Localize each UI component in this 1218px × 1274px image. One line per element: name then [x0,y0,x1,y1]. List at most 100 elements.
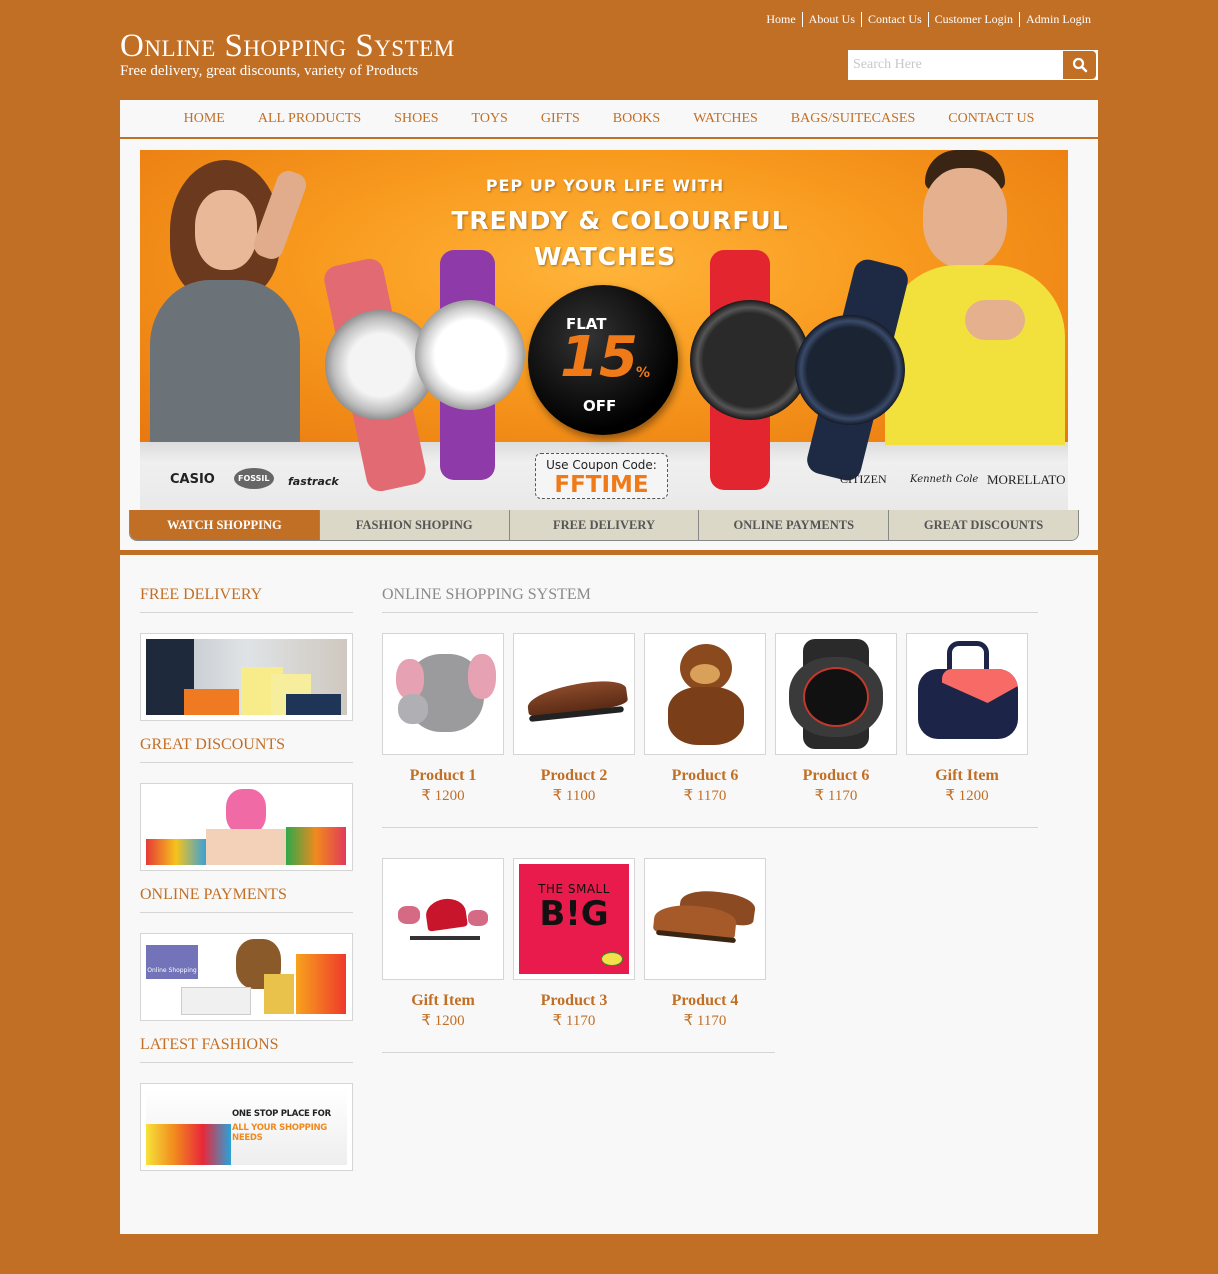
search-button[interactable] [1063,51,1096,79]
main-nav: HOME ALL PRODUCTS SHOES TOYS GIFTS BOOKS… [120,100,1098,139]
product-row: Product 1 ₹ 1200 Product 2 ₹ 1100 Produc… [382,633,1038,828]
product-price: ₹ 1200 [421,788,465,804]
product-price: ₹ 1170 [683,1013,727,1029]
sidebar-block-online-payments: ONLINE PAYMENTS Online Shopping [140,885,353,1021]
banner-woman-image [140,150,310,442]
product-image-elephant-plush-toy[interactable] [382,633,504,755]
product-price: ₹ 1200 [945,788,989,804]
product-image-brown-formal-shoe[interactable] [513,633,635,755]
sticker-percent-sign: % [636,365,651,381]
sidebar-image-online-payments[interactable]: Online Shopping [140,933,353,1021]
brand-fossil-logo: FOSSIL [234,468,274,489]
online-shopping-badge: Online Shopping [146,945,198,979]
tab-online-payments[interactable]: ONLINE PAYMENTS [698,510,889,540]
sidebar-image-free-delivery[interactable] [140,633,353,721]
nav-gifts[interactable]: GIFTS [524,100,596,137]
sticker-percent-value: 15 [560,325,638,390]
top-link-admin-login[interactable]: Admin Login [1019,12,1097,27]
coupon-label: Use Coupon Code: [546,458,657,472]
banner-fastrack-watch [415,300,525,410]
sidebar-title: ONLINE PAYMENTS [140,885,353,913]
banner-text-one-stop: ONE STOP PLACE FOR [232,1109,331,1119]
product-name[interactable]: Product 3 [513,991,635,1011]
product-price: ₹ 1170 [683,788,727,804]
product-name[interactable]: Product 1 [382,766,504,786]
banner-titan-watch [690,300,810,420]
product-name[interactable]: Gift Item [382,991,504,1011]
product-name[interactable]: Product 4 [644,991,766,1011]
product-image-puma-duffel-bag[interactable] [906,633,1028,755]
product-name[interactable]: Product 6 [775,766,897,786]
top-links: Home About Us Contact Us Customer Login … [760,12,1097,27]
discount-sticker: FLAT 15 % OFF [528,285,678,435]
brand-fastrack-logo: fastrack [288,475,339,488]
sidebar-block-latest-fashions: LATEST FASHIONS ONE STOP PLACE FOR ALL Y… [140,1035,353,1171]
sidebar: FREE DELIVERY GREAT DISCOUNTS ONLINE PAY… [140,585,353,1185]
nav-watches[interactable]: WATCHES [677,100,775,137]
products-section-title: ONLINE SHOPPING SYSTEM [382,585,1038,613]
sidebar-block-free-delivery: FREE DELIVERY [140,585,353,721]
book-title-line2: B!G [539,894,609,934]
sidebar-title: LATEST FASHIONS [140,1035,353,1063]
top-link-contact-us[interactable]: Contact Us [861,12,928,27]
tab-free-delivery[interactable]: FREE DELIVERY [508,510,699,540]
product-image-heart-gift-set[interactable] [382,858,504,980]
nav-toys[interactable]: TOYS [455,100,524,137]
sidebar-title: FREE DELIVERY [140,585,353,613]
product-price: ₹ 1170 [814,788,858,804]
coupon-box: Use Coupon Code: FFTIME [535,453,668,499]
product-row: Gift Item ₹ 1200 THE SMALL B!G Product 3… [382,858,775,1053]
nav-all-products[interactable]: ALL PRODUCTS [241,100,377,137]
product-card[interactable]: Product 6 ₹ 1170 [775,633,897,806]
brand-kenneth-cole-logo: Kenneth Cole [910,474,979,485]
top-link-customer-login[interactable]: Customer Login [927,12,1019,27]
banner-text-shopping-needs: ALL YOUR SHOPPING NEEDS [232,1123,327,1143]
product-image-brown-brogue-shoes[interactable] [644,858,766,980]
tab-fashion-shoping[interactable]: FASHION SHOPING [318,510,509,540]
sidebar-block-great-discounts: GREAT DISCOUNTS [140,735,353,871]
sidebar-image-great-discounts[interactable] [140,783,353,871]
search-input[interactable] [848,50,1063,80]
product-image-teddy-bear[interactable] [644,633,766,755]
product-card[interactable]: Product 2 ₹ 1100 [513,633,635,806]
top-link-about-us[interactable]: About Us [801,12,861,27]
banner-headline-2: TRENDY & COLOURFUL [451,206,789,235]
top-link-home[interactable]: Home [760,12,801,27]
product-card[interactable]: Product 1 ₹ 1200 [382,633,504,806]
product-image-g-shock-watch[interactable] [775,633,897,755]
search-bar [848,50,1098,80]
sticker-off-text: OFF [583,397,617,415]
hero-banner[interactable]: PEP UP YOUR LIFE WITH TRENDY & COLOURFUL… [140,150,1068,510]
product-card[interactable]: Product 4 ₹ 1170 [644,858,766,1031]
banner-headline-3: WATCHES [533,242,677,271]
nav-shoes[interactable]: SHOES [378,100,455,137]
site-title: Online Shopping System [120,28,455,64]
banner-headline-1: PEP UP YOUR LIFE WITH [485,176,725,195]
tab-watch-shopping[interactable]: WATCH SHOPPING [130,510,319,540]
site-logo[interactable]: Online Shopping System Free delivery, gr… [120,28,455,79]
nav-contact-us[interactable]: CONTACT US [932,100,1051,137]
section-divider-bar [120,550,1098,555]
product-price: ₹ 1170 [552,1013,596,1029]
brand-casio-logo: CASIO [170,472,215,487]
sidebar-title: GREAT DISCOUNTS [140,735,353,763]
brand-citizen-logo: CITIZEN [840,472,887,486]
product-name[interactable]: Gift Item [906,766,1028,786]
site-tagline: Free delivery, great discounts, variety … [120,63,419,79]
sidebar-image-latest-fashions[interactable]: ONE STOP PLACE FOR ALL YOUR SHOPPING NEE… [140,1083,353,1171]
slider-tabs: WATCH SHOPPING FASHION SHOPING FREE DELI… [129,510,1079,541]
product-card[interactable]: Gift Item ₹ 1200 [382,858,504,1031]
tab-great-discounts[interactable]: GREAT DISCOUNTS [888,510,1078,540]
products-section: ONLINE SHOPPING SYSTEM Product 1 ₹ 1200 [382,585,1038,1083]
product-name[interactable]: Product 6 [644,766,766,786]
product-price: ₹ 1100 [552,788,596,804]
product-card[interactable]: THE SMALL B!G Product 3 ₹ 1170 [513,858,635,1031]
nav-bags-suitecases[interactable]: BAGS/SUITECASES [774,100,931,137]
coupon-code: FFTIME [554,472,649,498]
nav-home[interactable]: HOME [167,100,241,137]
nav-books[interactable]: BOOKS [596,100,676,137]
product-card[interactable]: Product 6 ₹ 1170 [644,633,766,806]
product-card[interactable]: Gift Item ₹ 1200 [906,633,1028,806]
product-image-book-the-small-big[interactable]: THE SMALL B!G [513,858,635,980]
product-name[interactable]: Product 2 [513,766,635,786]
